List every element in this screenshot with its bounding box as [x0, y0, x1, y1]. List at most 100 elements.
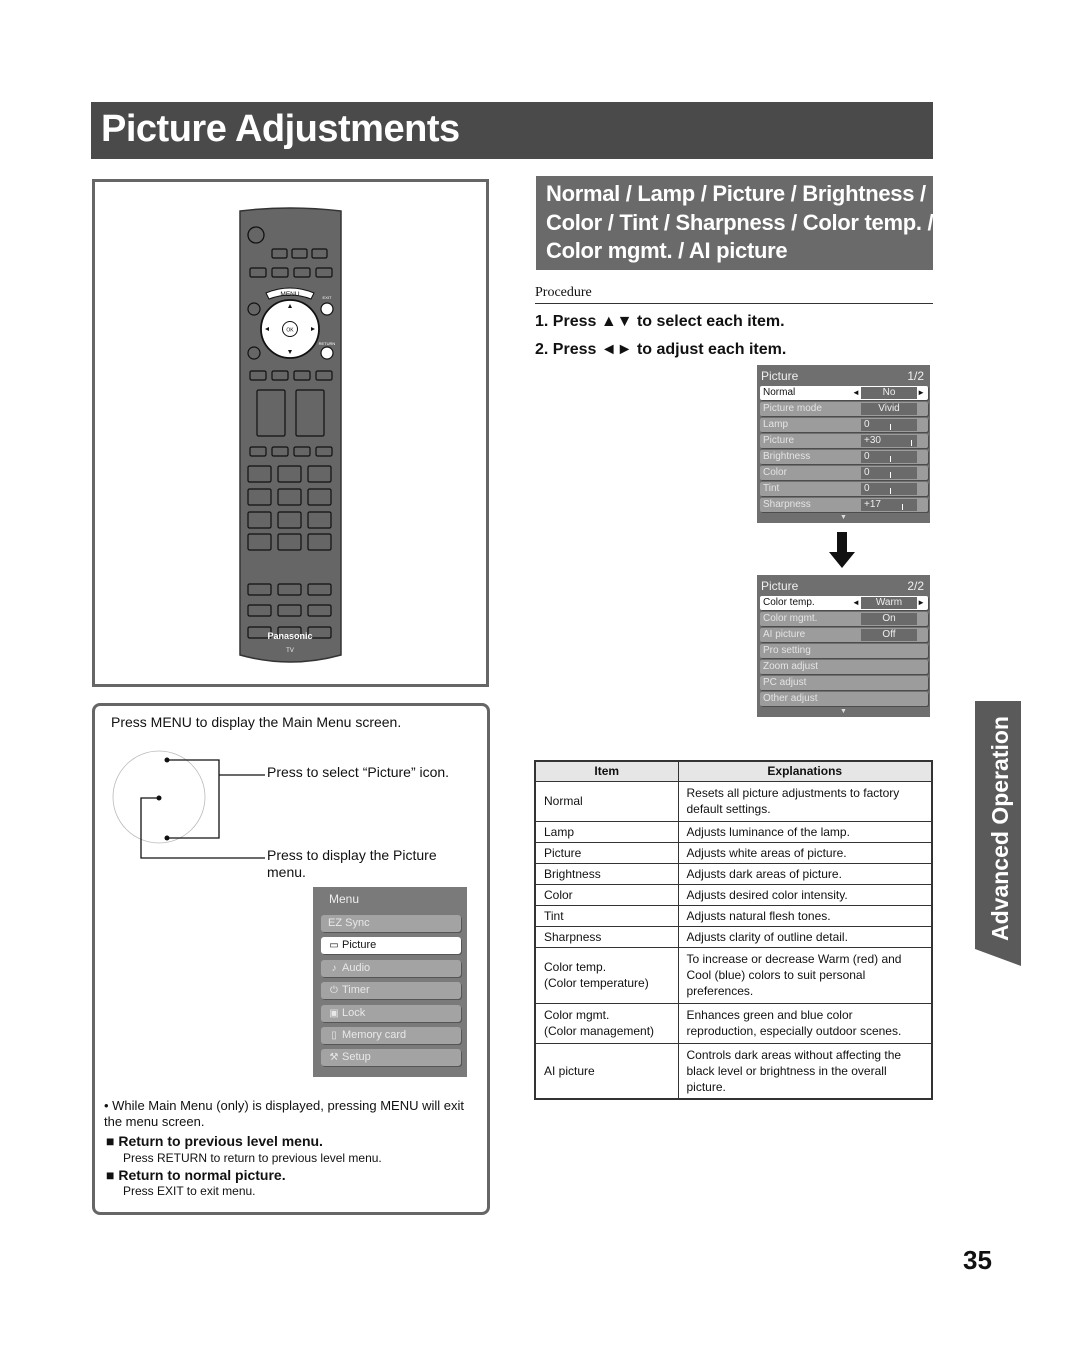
svg-text:Panasonic: Panasonic [267, 631, 312, 641]
table-cell-item: Normal [534, 780, 679, 822]
main-menu-item-audio[interactable]: ♪ Audio [321, 960, 461, 977]
return-button [320, 346, 334, 360]
scroll-down-icon: ▼ [840, 514, 847, 521]
osd-title: Picture [761, 578, 799, 593]
return-normal-heading: ■ Return to normal picture. [106, 1167, 286, 1183]
osd-row-value: 0 [861, 419, 917, 431]
main-menu-osd: Menu EZ Sync ▭ Picture ♪ Audio ⏻ Timer ▣ Lock ▯ Me… [313, 887, 467, 1077]
menu-instruction: Press MENU to display the Main Menu scre… [111, 714, 402, 730]
main-menu-item-memory-card[interactable]: ▯ Memory card [321, 1027, 461, 1044]
osd-row-value-text: 0 [864, 483, 870, 494]
table-cell-explanation: Controls dark areas without affecting th… [677, 1042, 933, 1100]
slider-position-marker [890, 456, 891, 462]
slider-position-marker [911, 440, 912, 446]
menu-exit-note: • While Main Menu (only) is displayed, p… [104, 1098, 465, 1129]
osd-row-pc-adjust[interactable]: PC adjust [760, 676, 928, 690]
main-menu-item-lock[interactable]: ▣ Lock [321, 1005, 461, 1022]
svg-text:RETURN: RETURN [319, 341, 336, 346]
table-cell-item: Tint [534, 904, 679, 927]
lock-icon: ▣ [329, 1008, 339, 1019]
table-row: Picture Adjusts white areas of picture. [534, 841, 933, 864]
table-cell-item: Lamp [534, 820, 679, 843]
picture-menu-page-2: Picture 2/2 Color temp. Warm ◄ ► Color mgmt.… [757, 575, 930, 717]
osd-row-label: Color temp. [763, 597, 815, 608]
right-arrow-icon[interactable]: ► [917, 386, 925, 400]
osd-row-value: Off [861, 629, 917, 641]
main-menu-item-setup[interactable]: ⚒ Setup [321, 1049, 461, 1066]
main-menu-item-picture[interactable]: ▭ Picture [321, 937, 461, 954]
svg-text:TV: TV [286, 648, 294, 654]
osd-row-label: Color [763, 467, 787, 478]
osd-row-color[interactable]: Color 0 [760, 466, 928, 480]
scroll-down-icon: ▼ [840, 708, 847, 715]
osd-row-sharpness[interactable]: Sharpness +17 [760, 498, 928, 512]
main-menu-item-ez-sync[interactable]: EZ Sync [321, 915, 461, 932]
right-arrow-icon[interactable]: ► [917, 596, 925, 610]
osd-row-value: Warm [861, 597, 917, 609]
osd-row-label: Picture [763, 435, 795, 446]
table-cell-explanation: Adjusts white areas of picture. [677, 841, 933, 864]
table-row: Color Adjusts desired color intensity. [534, 883, 933, 906]
osd-row-value: +30 [861, 435, 917, 447]
main-menu-title: Menu [329, 892, 360, 906]
page-title: Picture Adjustments [101, 108, 460, 150]
main-menu-item-label: Setup [342, 1051, 371, 1063]
osd-row-zoom-adjust[interactable]: Zoom adjust [760, 660, 928, 674]
setup-icon: ⚒ [329, 1052, 339, 1063]
osd-row-tint[interactable]: Tint 0 [760, 482, 928, 496]
osd-row-label: Zoom adjust [763, 661, 819, 672]
osd-row-pro-setting[interactable]: Pro setting [760, 644, 928, 658]
table-header-row: Item Explanations [534, 760, 933, 782]
left-arrow-icon[interactable]: ◄ [852, 386, 860, 400]
table-row: Tint Adjusts natural flesh tones. [534, 904, 933, 927]
osd-row-value: 0 [861, 483, 917, 495]
osd-row-color-mgmt[interactable]: Color mgmt. On [760, 612, 928, 626]
left-arrow-icon[interactable]: ◄ [852, 596, 860, 610]
table-cell-item: Brightness [534, 862, 679, 885]
dpad-callout-diagram [112, 750, 265, 859]
osd-row-color-temp[interactable]: Color temp. Warm ◄ ► [760, 596, 928, 610]
osd-row-value-text: No [882, 387, 896, 398]
osd-row-ai-picture[interactable]: AI picture Off [760, 628, 928, 642]
main-menu-item-label: Memory card [342, 1029, 407, 1041]
table-cell-explanation: Adjusts dark areas of picture. [677, 862, 933, 885]
main-menu-item-label: Picture [342, 939, 377, 951]
section-heading: Normal / Lamp / Picture / Brightness / C… [536, 176, 934, 270]
osd-row-label: Tint [763, 483, 780, 494]
table-cell-explanation: Adjusts natural flesh tones. [677, 904, 933, 927]
table-row: Normal Resets all picture adjustments to … [534, 780, 933, 822]
osd-row-value-text: Vivid [878, 403, 900, 414]
main-menu-item-timer[interactable]: ⏻ Timer [321, 982, 461, 999]
osd-row-label: Brightness [763, 451, 811, 462]
picture-menu-page-1: Picture 1/2 Normal No ◄ ► Picture mode Vivid L… [757, 365, 930, 523]
osd-row-other-adjust[interactable]: Other adjust [760, 692, 928, 706]
main-menu-item-label: EZ Sync [328, 917, 370, 929]
table-row: Sharpness Adjusts clarity of outline deta… [534, 925, 933, 948]
main-menu-item-label: Lock [342, 1007, 366, 1019]
explanation-table: Item Explanations Normal Resets all pictu… [534, 760, 933, 1100]
table-header-explanations: Explanations [677, 760, 933, 782]
osd-row-lamp[interactable]: Lamp 0 [760, 418, 928, 432]
osd-row-value-text: On [882, 613, 896, 624]
osd-row-brightness[interactable]: Brightness 0 [760, 450, 928, 464]
osd-page-indicator: 1/2 [907, 368, 924, 383]
picture-icon: ▭ [329, 940, 339, 951]
table-row: Color temp. (Color temperature) To increa… [534, 946, 933, 1004]
table-cell-explanation: To increase or decrease Warm (red) and C… [677, 946, 933, 1004]
procedure-divider [535, 303, 933, 304]
osd-page-indicator: 2/2 [907, 578, 924, 593]
osd-row-value-text: +17 [864, 499, 881, 510]
osd-row-value: 0 [861, 467, 917, 479]
osd-row-normal[interactable]: Normal No ◄ ► [760, 386, 928, 400]
osd-row-label: Other adjust [763, 693, 818, 704]
return-previous-text: Press RETURN to return to previous level… [123, 1151, 382, 1165]
osd-row-picture-mode[interactable]: Picture mode Vivid [760, 402, 928, 416]
procedure-label: Procedure [535, 285, 592, 300]
table-cell-explanation: Resets all picture adjustments to factor… [677, 780, 933, 822]
osd-row-picture[interactable]: Picture +30 [760, 434, 928, 448]
display-picture-note: Press to display the Picture menu. [267, 847, 437, 880]
osd-row-value: 0 [861, 451, 917, 463]
table-cell-explanation: Enhances green and blue color reproducti… [677, 1002, 933, 1044]
osd-row-value: On [861, 613, 917, 625]
section-heading-line: Color mgmt. / AI picture [546, 238, 788, 263]
